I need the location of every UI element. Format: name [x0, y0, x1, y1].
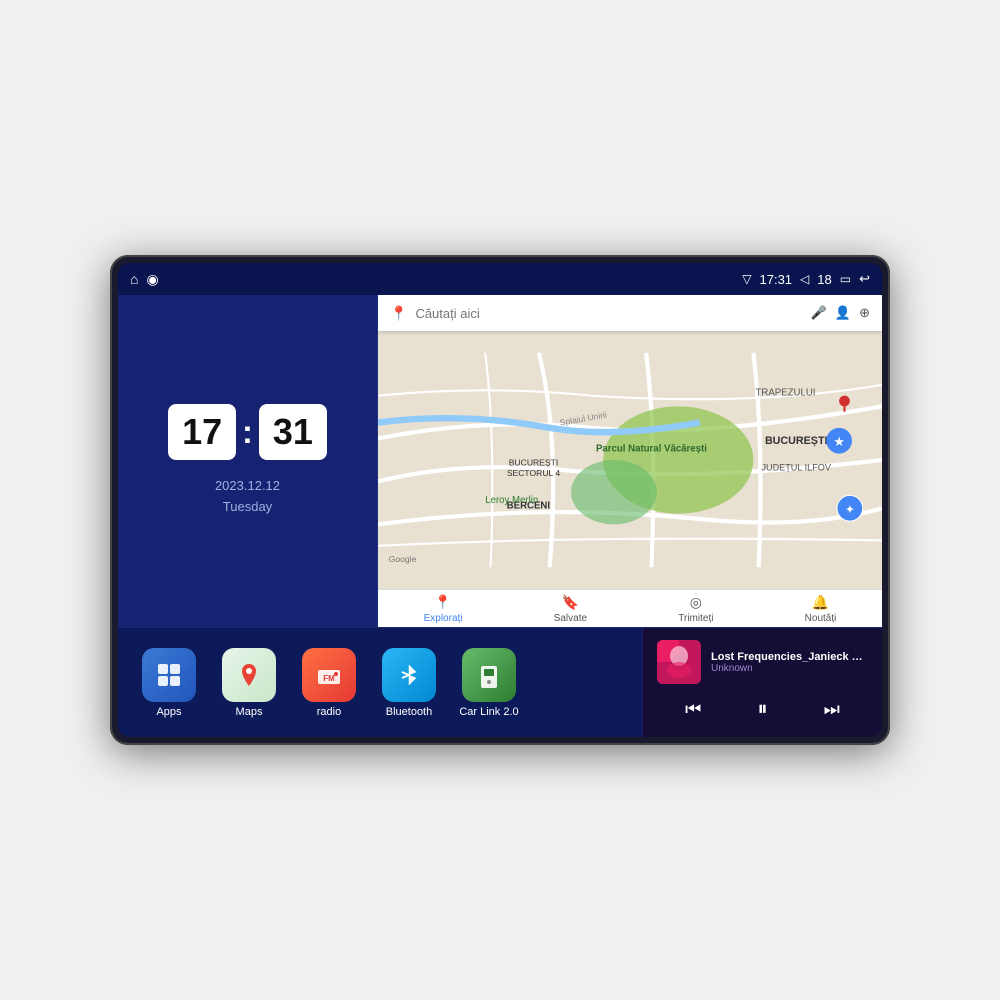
mic-icon[interactable]: 🎤: [811, 305, 827, 321]
time-display: 17:31: [760, 272, 793, 287]
svg-text:SECTORUL 4: SECTORUL 4: [507, 468, 561, 478]
bluetooth-icon: [382, 648, 436, 702]
svg-text:Leroy Merlin: Leroy Merlin: [485, 495, 538, 506]
main-content: 17 : 31 2023.12.12 Tuesday 📍 🎤: [118, 295, 882, 737]
explore-icon: 📍: [434, 594, 451, 611]
svg-text:Google: Google: [389, 554, 417, 564]
volume-level: 18: [817, 272, 831, 287]
explore-label: Explorați: [424, 613, 463, 624]
svg-text:★: ★: [833, 434, 845, 449]
apps-row: Apps Maps: [118, 628, 642, 737]
svg-text:JUDEȚUL ILFOV: JUDEȚUL ILFOV: [761, 463, 831, 473]
music-player: Lost Frequencies_Janieck Devy-... Unknow…: [642, 628, 882, 737]
app-item-radio[interactable]: FM radio: [294, 648, 364, 718]
svg-text:TRAPEZULUI: TRAPEZULUI: [755, 388, 815, 399]
back-icon[interactable]: ↩: [859, 271, 870, 287]
device-screen: ⌂ ◉ ▽ 17:31 ◁ 18 ▭ ↩ 17 : 31: [118, 263, 882, 737]
status-bar: ⌂ ◉ ▽ 17:31 ◁ 18 ▭ ↩: [118, 263, 882, 295]
volume-icon[interactable]: ◁: [800, 272, 809, 286]
maps-icon: [222, 648, 276, 702]
music-prev-button[interactable]: ⏮: [677, 695, 709, 724]
layers-icon[interactable]: ⊕: [859, 305, 870, 321]
music-text: Lost Frequencies_Janieck Devy-... Unknow…: [711, 651, 868, 674]
map-nav-news[interactable]: 🔔 Noutăți: [805, 594, 837, 624]
status-left: ⌂ ◉: [130, 271, 159, 288]
svg-text:FM: FM: [323, 674, 335, 683]
bluetooth-label: Bluetooth: [386, 706, 432, 718]
svg-text:BUCUREȘTI: BUCUREȘTI: [509, 457, 558, 467]
saved-icon: 🔖: [562, 594, 579, 611]
carlink-label: Car Link 2.0: [459, 706, 518, 718]
app-item-apps[interactable]: Apps: [134, 648, 204, 718]
clock-colon: :: [242, 414, 253, 451]
news-icon: 🔔: [812, 594, 829, 611]
map-bottom-bar: 📍 Explorați 🔖 Salvate ◎ Trimiteți 🔔: [378, 589, 882, 627]
app-item-carlink[interactable]: Car Link 2.0: [454, 648, 524, 718]
map-nav-saved[interactable]: 🔖 Salvate: [554, 594, 587, 624]
music-play-button[interactable]: ⏸: [749, 694, 775, 725]
map-search-bar[interactable]: 📍 🎤 👤 ⊕: [378, 295, 882, 331]
status-right: ▽ 17:31 ◁ 18 ▭ ↩: [742, 271, 870, 287]
app-item-maps[interactable]: Maps: [214, 648, 284, 718]
music-title: Lost Frequencies_Janieck Devy-...: [711, 651, 868, 663]
battery-icon: ▭: [840, 272, 851, 286]
home-icon[interactable]: ⌂: [130, 271, 138, 287]
clock-hour: 17: [168, 404, 236, 460]
carlink-icon: [462, 648, 516, 702]
radio-icon: FM: [302, 648, 356, 702]
bottom-row: Apps Maps: [118, 627, 882, 737]
clock-widget: 17 : 31 2023.12.12 Tuesday: [118, 295, 378, 627]
music-info: Lost Frequencies_Janieck Devy-... Unknow…: [657, 640, 868, 684]
map-search-input[interactable]: [415, 306, 802, 321]
svg-text:Parcul Natural Văcărești: Parcul Natural Văcărești: [596, 443, 707, 454]
send-label: Trimiteți: [678, 613, 713, 624]
music-next-button[interactable]: ⏭: [816, 695, 848, 724]
account-icon[interactable]: 👤: [835, 305, 851, 321]
send-icon: ◎: [690, 594, 702, 611]
clock-display: 17 : 31: [168, 404, 327, 460]
music-controls: ⏮ ⏸ ⏭: [657, 694, 868, 725]
top-row: 17 : 31 2023.12.12 Tuesday 📍 🎤: [118, 295, 882, 627]
maps-label: Maps: [236, 706, 263, 718]
signal-icon: ▽: [742, 272, 751, 286]
album-art-image: [657, 640, 701, 684]
maps-nav-icon[interactable]: ◉: [146, 271, 158, 288]
car-infotainment-device: ⌂ ◉ ▽ 17:31 ◁ 18 ▭ ↩ 17 : 31: [110, 255, 890, 745]
clock-minute: 31: [259, 404, 327, 460]
apps-label: Apps: [156, 706, 181, 718]
music-artist: Unknown: [711, 663, 868, 674]
map-nav-explore[interactable]: 📍 Explorați: [424, 594, 463, 624]
svg-text:BUCUREȘTI: BUCUREȘTI: [765, 435, 828, 447]
app-item-bluetooth[interactable]: Bluetooth: [374, 648, 444, 718]
saved-label: Salvate: [554, 613, 587, 624]
map-nav-send[interactable]: ◎ Trimiteți: [678, 594, 713, 624]
svg-text:✦: ✦: [845, 504, 855, 517]
map-pin-icon: 📍: [390, 305, 407, 322]
map-widget[interactable]: 📍 🎤 👤 ⊕: [378, 295, 882, 627]
clock-date: 2023.12.12 Tuesday: [215, 476, 280, 518]
map-area[interactable]: Parcul Natural Văcărești TRAPEZULUI BUCU…: [378, 331, 882, 589]
radio-label: radio: [317, 706, 341, 718]
apps-icon: [142, 648, 196, 702]
music-album-art: [657, 640, 701, 684]
news-label: Noutăți: [805, 613, 837, 624]
